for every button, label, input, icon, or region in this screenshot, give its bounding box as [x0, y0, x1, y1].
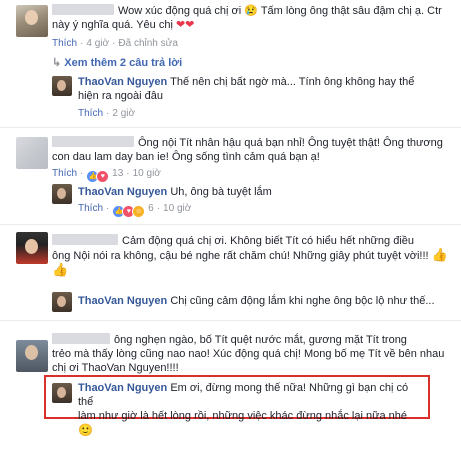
like-link[interactable]: Thích [52, 38, 77, 49]
reply-text: ThaoVan Nguyen Thế nên chị bất ngờ mà...… [78, 76, 415, 102]
divider [0, 320, 461, 321]
like-link[interactable]: Thích [78, 203, 103, 214]
thumbs-up-icon: 👍 [431, 247, 448, 262]
avatar[interactable] [16, 137, 48, 169]
author-name[interactable]: ThaoVan Nguyen [78, 186, 167, 198]
author-name[interactable]: ThaoVan Nguyen [78, 295, 167, 307]
thumbs-up-icon: 👍 [52, 262, 69, 277]
smile-emoji-icon: 🙂 [78, 423, 93, 437]
blurred-name [52, 4, 114, 15]
comment-text: Ông nội Tít nhân hậu quá bạn nhỉ! Ông tu… [52, 136, 443, 163]
comment-text: ông nghẹn ngào, bố Tít quệt nước mắt, gư… [52, 333, 445, 374]
comment-text: Wow xúc động quá chị ơi 😢 Tấm lòng ông t… [52, 4, 442, 31]
divider [0, 224, 461, 225]
author-name[interactable]: ThaoVan Nguyen [78, 76, 167, 88]
avatar[interactable] [16, 232, 48, 264]
avatar[interactable] [52, 383, 72, 403]
reply-meta: Thích · 2 giờ [78, 108, 136, 119]
reply-text: ThaoVan Nguyen Uh, ông bà tuyệt lắm [78, 186, 272, 198]
heart-icon: ❤❤ [175, 19, 195, 31]
avatar[interactable] [16, 340, 48, 372]
love-reaction-icon: ♥ [96, 170, 110, 183]
reply-text: ThaoVan Nguyen Chị cũng cảm động lắm khi… [78, 295, 435, 307]
like-link[interactable]: Thích [78, 108, 103, 119]
reply-meta: Thích · 👍 ♥ ☺ 6 · 10 giờ [78, 203, 191, 218]
reactions[interactable]: 👍 ♥ [86, 170, 110, 183]
avatar[interactable] [52, 76, 72, 96]
avatar[interactable] [52, 184, 72, 204]
haha-reaction-icon: ☺ [132, 205, 146, 218]
like-link[interactable]: Thích [52, 168, 77, 179]
view-more-replies[interactable]: ↳ Xem thêm 2 câu trả lời [52, 56, 182, 69]
crying-emoji-icon: 😢 [244, 5, 258, 17]
blurred-name [52, 234, 118, 245]
divider [0, 127, 461, 128]
reply-text: ThaoVan Nguyen Em ơi, đừng mong thế nữa!… [78, 382, 409, 437]
comment-meta: Thích · 4 giờ · Đã chỉnh sửa [52, 38, 178, 49]
avatar[interactable] [16, 5, 48, 37]
comment-text: Cảm động quá chị ơi. Không biết Tít có h… [52, 234, 448, 262]
author-name[interactable]: ThaoVan Nguyen [78, 382, 167, 394]
blurred-name [52, 333, 110, 344]
avatar[interactable] [52, 292, 72, 312]
reactions[interactable]: 👍 ♥ ☺ [112, 205, 146, 218]
reply-arrow-icon: ↳ [52, 57, 65, 69]
comment-meta: Thích · 👍 ♥ 13 · 10 giờ [52, 168, 161, 183]
blurred-name [52, 136, 134, 147]
